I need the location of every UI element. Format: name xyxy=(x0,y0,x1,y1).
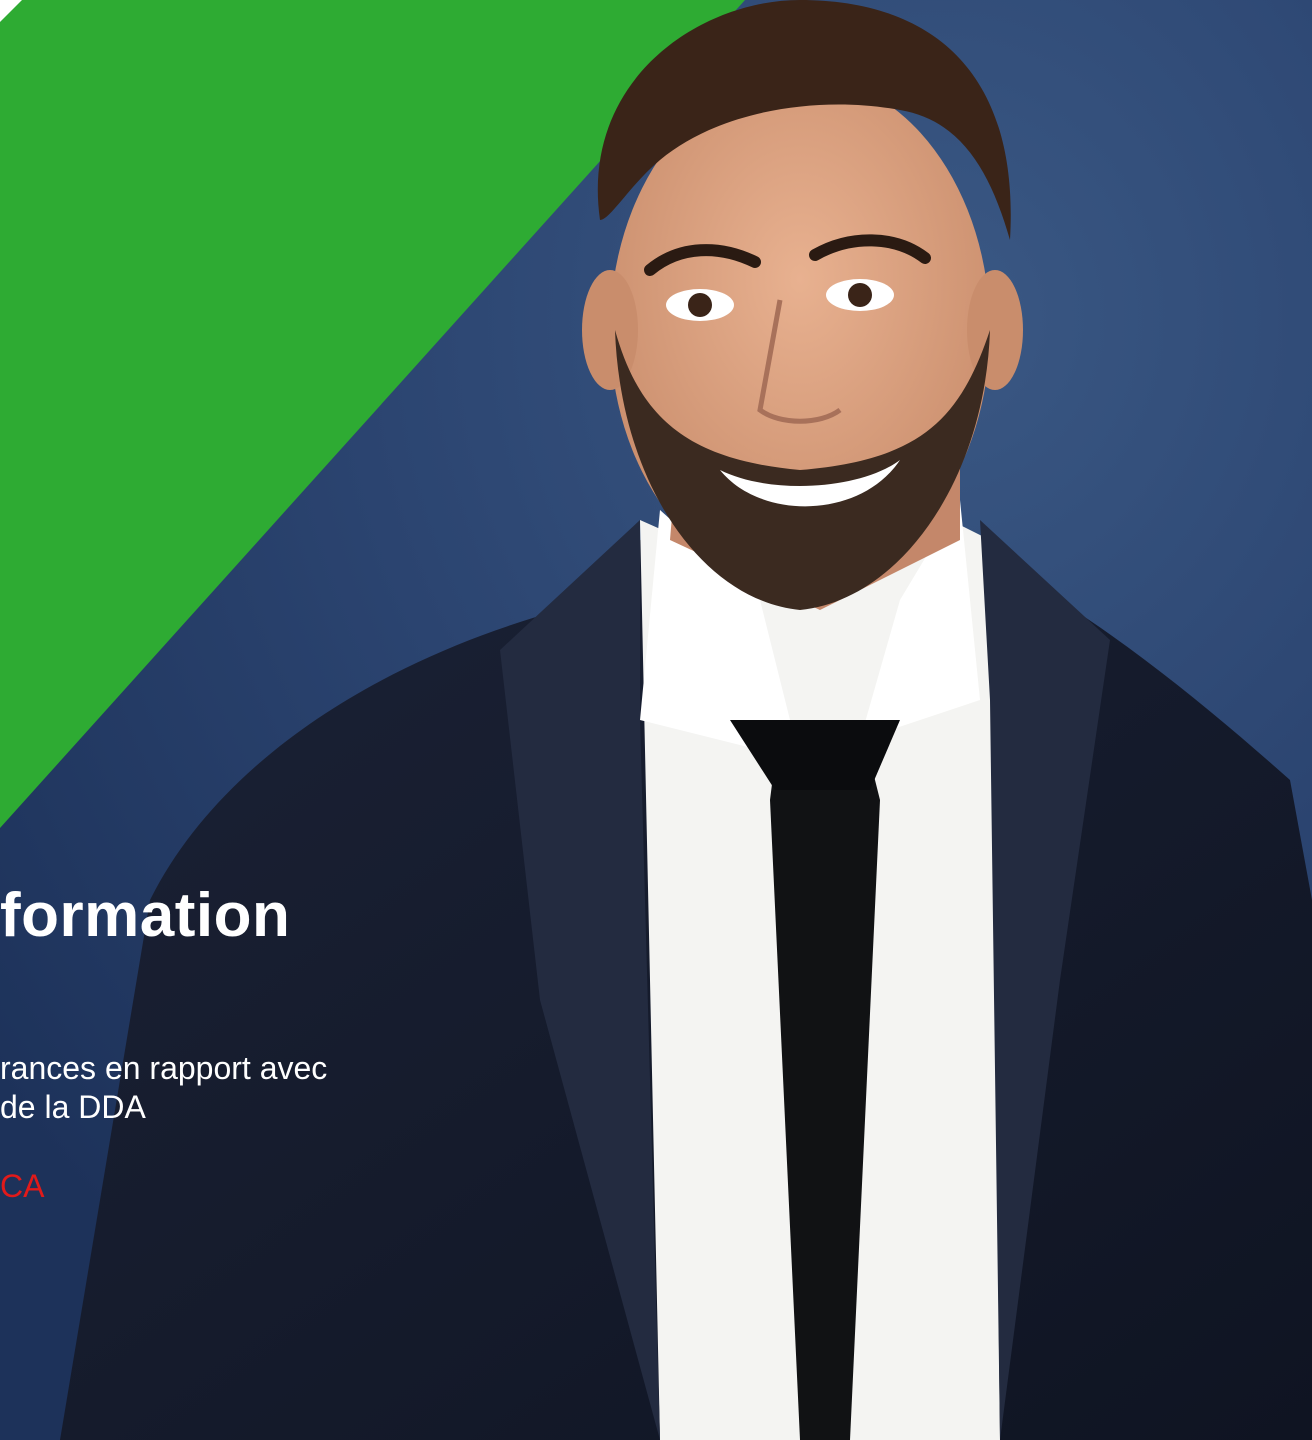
slide-subtitle: rances en rapport avec de la DDA xyxy=(0,1049,420,1127)
pupil-left xyxy=(688,293,712,317)
pupil-right xyxy=(848,283,872,307)
subtitle-line-2: de la DDA xyxy=(0,1089,146,1125)
organization-label: CA xyxy=(0,1168,45,1204)
title-slide: formation rances en rapport avec de la D… xyxy=(0,0,1312,1440)
subtitle-line-1: rances en rapport avec xyxy=(0,1050,328,1086)
background-graphics xyxy=(0,0,1312,1440)
slide-title: formation xyxy=(0,881,291,950)
